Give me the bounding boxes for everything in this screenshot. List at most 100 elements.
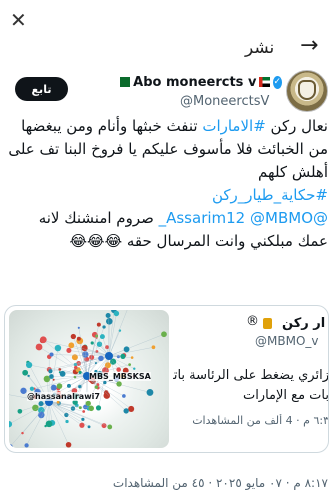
verified-badge-icon: ✓ [272, 75, 282, 89]
graph-node [66, 347, 72, 353]
tweet-text-fragment: تنفث خبثها وأنام ومن يبغضها [21, 117, 203, 135]
graph-node [113, 310, 120, 317]
graph-node [66, 383, 71, 388]
tweet-text-line: #حكاية_طيار_ركن [8, 184, 328, 207]
graph-edge [48, 401, 84, 412]
graph-node [104, 362, 111, 369]
tweet-text-fragment: عمك مبلكني وانت المرسال حقه 😂😂😂 [69, 232, 328, 250]
graph-edge [71, 345, 110, 357]
registered-mark: ® [246, 314, 259, 329]
close-icon[interactable]: ✕ [10, 8, 27, 32]
graph-node [77, 326, 80, 329]
graph-node [76, 336, 81, 341]
graph-node [56, 383, 63, 389]
graph-node [122, 394, 126, 398]
quoted-text-line: زائري يضغط على الرئاسة باتخا [173, 368, 329, 383]
quoted-tweet-card[interactable]: MBS_MBSKSA @hassanalrawi7 ® ار ركن @MBMO… [4, 305, 329, 453]
graph-node [128, 405, 135, 412]
tweet-text-fragment: من الخبائث فلا مأسوف عليكم يا فروخ البنا… [8, 140, 328, 158]
tweet-text: نعال ركن #الامارات تنفث خبثها وأنام ومن … [8, 115, 328, 253]
graph-node [25, 361, 33, 369]
graph-node [39, 336, 47, 344]
tweet-meta: ٨:١٧ م · ٠٧ مايو ٢٠٢٥ · ٤٥ من المشاهدات [112, 476, 328, 490]
graph-node [102, 325, 106, 329]
graph-node [49, 352, 54, 357]
tweet-text-fragment: صروم امنشنك لانه [38, 209, 159, 227]
graph-node [59, 370, 66, 377]
hashtag-link[interactable]: #حكاية_طيار_ركن [212, 186, 328, 204]
graph-node [85, 400, 91, 407]
page-title: نشر [245, 38, 275, 58]
graph-node [32, 404, 39, 412]
graph-node [65, 441, 72, 448]
graph-node [104, 390, 109, 395]
graph-node [22, 369, 29, 376]
graph-node [21, 431, 24, 435]
graph-node [73, 365, 78, 370]
top-bar: ✕ نشر → [0, 0, 333, 58]
author-display-name: Abo moneercts v [133, 74, 257, 90]
graph-node [107, 424, 113, 430]
graph-node [120, 353, 126, 359]
graph-node [128, 363, 131, 367]
quoted-author-handle: @MBMO_v [255, 334, 319, 348]
graph-label-hassan: @hassanalrawi7 [27, 392, 100, 401]
graph-node [24, 443, 29, 448]
tweet-text-line: أهلش كلهم [8, 161, 328, 184]
graph-hub-node [105, 352, 113, 360]
author-name-row[interactable]: Abo moneercts v ✓ [120, 72, 282, 92]
back-arrow-icon[interactable]: → [300, 33, 318, 58]
graph-node [70, 333, 76, 340]
graph-node [95, 405, 102, 411]
graph-edge [98, 355, 110, 408]
graph-node [29, 386, 35, 391]
graph-node [54, 344, 62, 352]
graph-node [116, 381, 122, 387]
quoted-text-line: بات مع الإمارات [242, 388, 329, 403]
tweet-text-line: عمك مبلكني وانت المرسال حقه 😂😂😂 [8, 230, 328, 253]
saudi-flag-icon [120, 77, 131, 87]
graph-label-mbs: MBS_MBSKSA [89, 372, 151, 381]
graph-node [105, 318, 113, 325]
graph-node [88, 405, 94, 412]
graph-node [45, 420, 53, 428]
graph-node [20, 387, 27, 394]
graph-node [96, 322, 101, 327]
graph-node [81, 345, 88, 352]
tweet-text-line: @Assarim12 @MBMO_ صروم امنشنك لانه [8, 207, 328, 230]
hashtag-link[interactable]: #الامارات [202, 117, 265, 135]
graph-node [82, 410, 86, 413]
follow-button[interactable]: تابع [15, 77, 68, 101]
graph-node [79, 422, 85, 428]
uae-flag-icon [259, 77, 270, 87]
graph-node [9, 420, 13, 428]
author-handle[interactable]: @MoneerctsV [180, 94, 269, 109]
tweet-text-fragment: نعال ركن [265, 117, 328, 135]
network-graph-image[interactable]: MBS_MBSKSA @hassanalrawi7 [9, 310, 169, 448]
graph-node [146, 388, 154, 396]
quoted-tweet-text: زائري يضغط على الرئاسة باتخا بات مع الإم… [173, 366, 329, 406]
graph-node [17, 408, 23, 414]
graph-node [105, 313, 111, 319]
graph-node [151, 345, 156, 350]
medal-icon [263, 318, 272, 329]
graph-node [9, 443, 13, 448]
quoted-tweet-views: ٦:٣ م · 4 ألف من المشاهدات [192, 414, 329, 427]
tweet-text-line: نعال ركن #الامارات تنفث خبثها وأنام ومن … [8, 115, 328, 138]
graph-node [94, 385, 99, 389]
tweet-text-line: من الخبائث فلا مأسوف عليكم يا فروخ البنا… [8, 138, 328, 161]
graph-node [78, 370, 82, 375]
graph-node [68, 342, 75, 349]
avatar[interactable] [286, 70, 328, 112]
graph-node [87, 425, 91, 429]
graph-node [133, 367, 136, 370]
quoted-author-name: ار ركن [282, 316, 326, 331]
tweet-text-fragment: أهلش كلهم [258, 163, 328, 181]
graph-node [35, 343, 43, 351]
graph-node [161, 331, 167, 338]
graph-node [81, 417, 85, 421]
graph-node [65, 419, 69, 424]
graph-node [90, 341, 94, 345]
graph-node [96, 341, 103, 347]
graph-node [98, 355, 104, 362]
